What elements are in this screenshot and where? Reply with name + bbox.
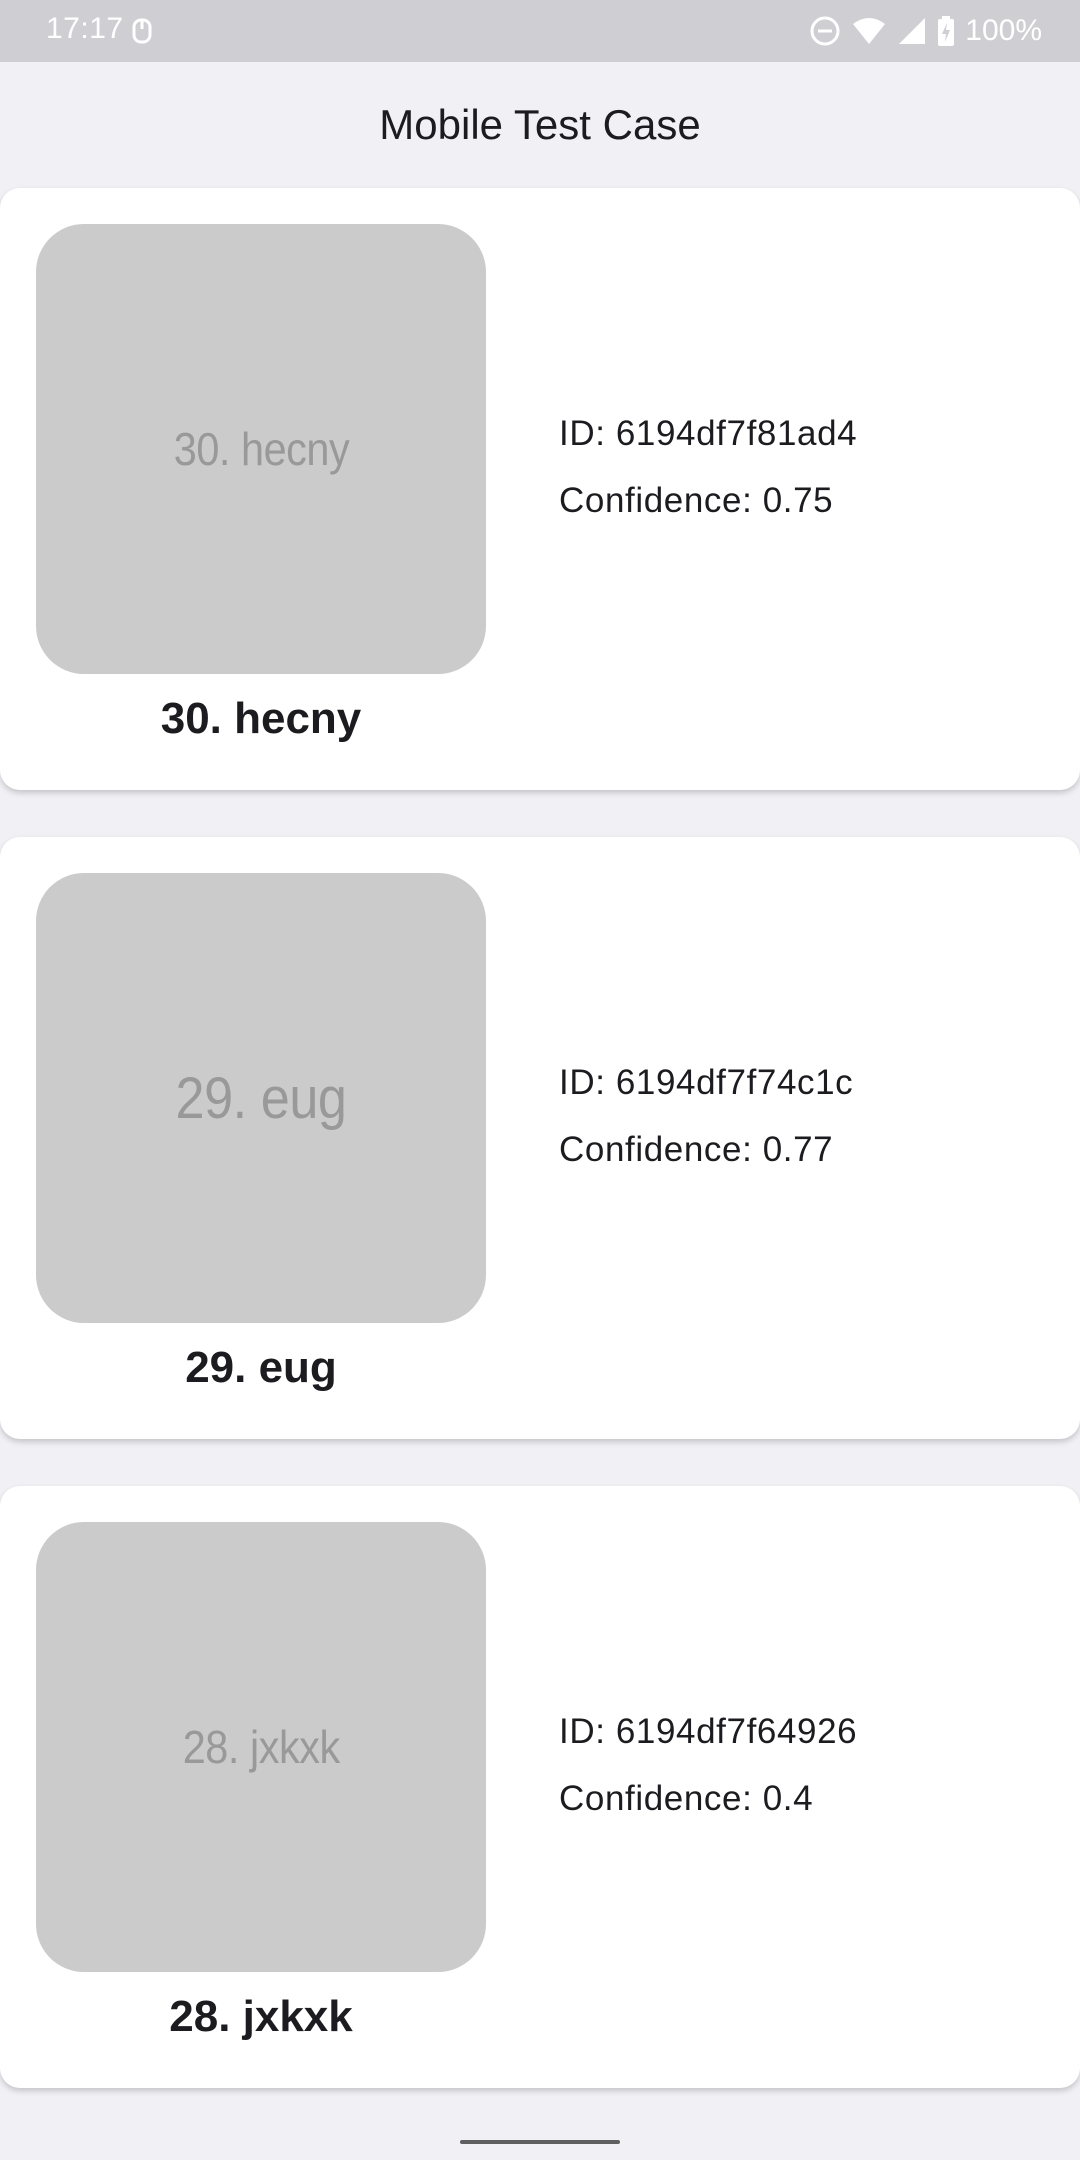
item-id: ID: 6194df7f64926 — [559, 1712, 858, 1751]
item-id: ID: 6194df7f81ad4 — [559, 414, 858, 453]
thumbnail-label: 28. jxkxk — [182, 1721, 340, 1773]
item-confidence: Confidence: 0.4 — [559, 1779, 814, 1818]
item-confidence: Confidence: 0.75 — [559, 481, 834, 520]
list-item[interactable]: 30. hecny 30. hecny ID: 6194df7f81ad4 Co… — [0, 188, 1080, 790]
thumbnail-image: 29. eug — [36, 873, 486, 1323]
item-info: ID: 6194df7f64926 Confidence: 0.4 — [559, 1698, 857, 1832]
list-item[interactable]: 29. eug 29. eug ID: 6194df7f74c1c Confid… — [0, 837, 1080, 1439]
item-info: ID: 6194df7f74c1c Confidence: 0.77 — [559, 1049, 853, 1183]
item-name: 29. eug — [185, 1343, 337, 1392]
status-time: 17:17 — [46, 12, 124, 45]
status-bar: 17:17 100% — [0, 0, 1080, 62]
list-item[interactable]: 28. jxkxk 28. jxkxk ID: 6194df7f64926 Co… — [0, 1486, 1080, 2088]
app-bar: Mobile Test Case — [0, 62, 1080, 188]
item-name: 28. jxkxk — [169, 1992, 353, 2041]
app-notification-icon — [130, 16, 156, 46]
battery-charging-icon — [937, 15, 955, 47]
page-title: Mobile Test Case — [379, 101, 701, 148]
thumbnail-label: 29. eug — [175, 1065, 347, 1131]
item-name: 30. hecny — [160, 694, 362, 743]
battery-percentage: 100% — [965, 14, 1042, 47]
thumbnail-image: 30. hecny — [36, 224, 486, 674]
wifi-icon — [851, 16, 887, 46]
do-not-disturb-icon — [809, 15, 841, 47]
status-icons: 100% — [809, 12, 1042, 50]
item-id: ID: 6194df7f74c1c — [559, 1063, 854, 1102]
cell-signal-icon — [897, 16, 927, 46]
thumbnail-image: 28. jxkxk — [36, 1522, 486, 1972]
item-info: ID: 6194df7f81ad4 Confidence: 0.75 — [559, 400, 857, 534]
item-confidence: Confidence: 0.77 — [559, 1130, 834, 1169]
home-indicator[interactable] — [460, 2140, 620, 2144]
thumbnail-label: 30. hecny — [173, 423, 349, 475]
